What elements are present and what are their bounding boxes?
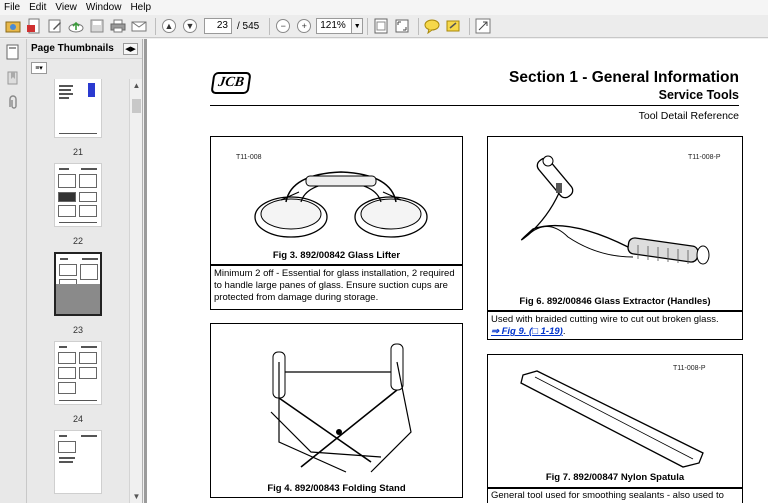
navigation-icon-strip [0,39,27,503]
toolbar: ▲ ▼ 23 / 545 − + 121% ▼ [0,15,768,38]
nylon-spatula-illustration [520,370,704,468]
scroll-down-icon[interactable]: ▼ [130,490,143,503]
menu-window[interactable]: Window [86,2,122,13]
open-icon[interactable] [4,17,22,35]
toolbar-divider [155,17,156,35]
thumbnail-page[interactable] [54,430,102,494]
link-text: Fig 9. [501,326,527,338]
link-page-ref: 1-19 [540,326,560,338]
figure-glass-lifter: T11-008 Fig 3. 892/00842 Glass Lifter [210,136,463,265]
reference-label: Tool Detail Reference [638,110,739,122]
cloud-icon[interactable] [67,17,85,35]
next-page-icon[interactable]: ▼ [181,17,199,35]
page-number-input[interactable]: 23 [204,18,232,34]
thumbnail-page-number: 21 [72,147,83,157]
page-total: / 545 [237,20,260,32]
thumbnails-scrollbar[interactable]: ▲ ▼ [129,79,142,503]
menu-edit[interactable]: Edit [29,2,46,13]
thumbnails-panel: Page Thumbnails ◀▶ ≡▾ 21 22 23 24 ▲ ▼ [27,39,143,503]
pages-icon[interactable] [4,43,22,61]
thumbnail-page[interactable] [54,341,102,405]
glass-lifter-illustration [254,171,428,238]
print-icon[interactable] [109,17,127,35]
folding-stand-illustration [270,343,412,473]
email-icon[interactable] [130,17,148,35]
menu-view[interactable]: View [55,2,77,13]
figure-glass-extractor: T11-008-P Fig 6. 892/00846 Glass Extract… [487,136,743,311]
toolbar-divider [469,17,471,35]
attachment-icon[interactable] [4,93,22,111]
toolbar-divider [418,17,420,35]
bookmarks-icon[interactable] [4,69,22,87]
zoom-in-icon[interactable]: + [295,17,313,35]
collapse-panel-icon[interactable]: ◀▶ [123,42,138,55]
figure-nylon-spatula: T11-008-P Fig 7. 892/00847 Nylon Spatula [487,354,743,488]
expand-icon[interactable] [474,17,492,35]
figure-tag: T11-008 [236,154,262,161]
jcb-logo: JCB [210,72,252,94]
chevron-down-icon[interactable]: ▼ [352,18,364,34]
section-title: Section 1 - General Information [509,69,739,86]
previous-page-icon[interactable]: ▲ [160,17,178,35]
figure-caption: Fig 7. 892/00847 Nylon Spatula [545,472,685,483]
toolbar-divider [367,17,369,35]
figure-caption: Fig 6. 892/00846 Glass Extractor (Handle… [519,296,711,307]
thumbnail-page-selected[interactable] [54,252,102,316]
thumbnails-header: Page Thumbnails ◀▶ [27,39,142,59]
section-subtitle: Service Tools [658,88,739,102]
figure-caption: Fig 4. 892/00843 Folding Stand [267,483,406,494]
thumbnail-page-number: 23 [72,325,83,335]
create-pdf-icon[interactable] [25,17,43,35]
thumbnail-page-number: 22 [72,236,83,246]
figure-folding-stand: Fig 4. 892/00843 Folding Stand [210,323,463,498]
menu-file[interactable]: File [4,2,20,13]
page-ref-icon: □ [532,326,538,338]
comment-icon[interactable] [423,17,441,35]
edit-icon[interactable] [46,17,64,35]
figure-description: Used with braided cutting wire to cut ou… [487,311,743,340]
pdf-page: JCB Section 1 - General Information Serv… [147,39,768,503]
thumbnails-options-bar: ≡▾ [27,59,142,77]
figure-description-text: Used with braided cutting wire to cut ou… [491,314,719,325]
fit-page-icon[interactable] [372,17,390,35]
figure-description: Minimum 2 off - Essential for glass inst… [210,265,463,310]
header-rule [210,105,739,106]
glass-extractor-illustration [521,155,710,265]
figure-caption: Fig 3. 892/00842 Glass Lifter [272,250,401,261]
zoom-out-icon[interactable]: − [274,17,292,35]
zoom-input[interactable]: 121% [316,18,353,34]
thumbnail-page[interactable] [54,79,102,138]
menu-bar: File Edit View Window Help [0,0,768,15]
full-screen-icon[interactable] [393,17,411,35]
figure-cross-reference-link[interactable]: ⇒ Fig 9. (□ 1-19) [491,326,563,337]
toolbar-divider [269,17,271,35]
thumbnail-options-icon[interactable]: ≡▾ [31,62,47,74]
figure-description: General tool used for smoothing sealants… [487,488,743,503]
document-view[interactable]: JCB Section 1 - General Information Serv… [144,39,768,503]
highlight-icon[interactable] [444,17,462,35]
scrollbar-thumb[interactable] [132,99,141,113]
menu-help[interactable]: Help [130,2,151,13]
thumbnails-title: Page Thumbnails [31,43,114,54]
thumbnail-list: 21 22 23 24 [27,79,129,503]
scroll-up-icon[interactable]: ▲ [130,79,143,92]
thumbnail-page[interactable] [54,163,102,227]
thumbnail-page-number: 24 [72,414,83,424]
save-icon[interactable] [88,17,106,35]
